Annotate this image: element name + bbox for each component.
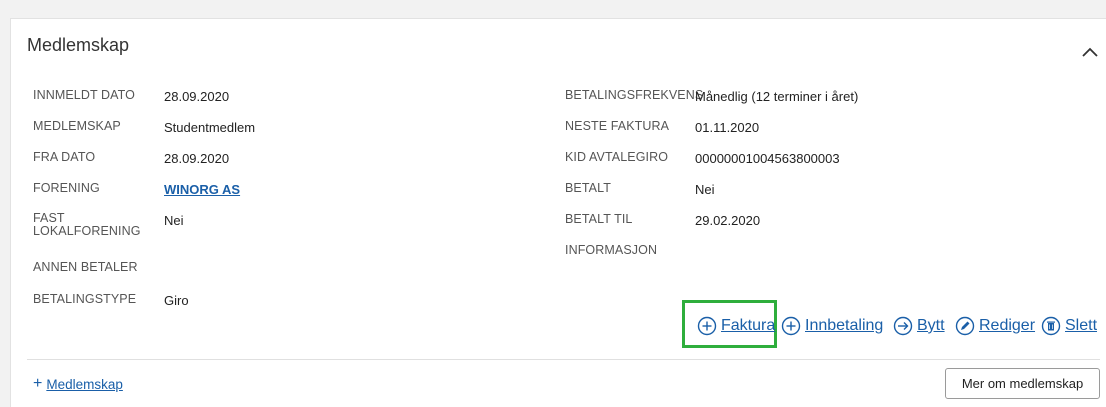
pencil-circle-icon bbox=[955, 316, 975, 336]
rediger-action[interactable]: Rediger bbox=[955, 316, 1035, 336]
forening-link[interactable]: WINORG AS bbox=[164, 182, 240, 197]
value-betalt-til: 29.02.2020 bbox=[695, 213, 761, 228]
label-innmeldt-dato: INNMELDT DATO bbox=[33, 88, 136, 102]
divider bbox=[27, 359, 1100, 360]
label-betalingsfrekvens: BETALINGSFREKVENS bbox=[565, 88, 704, 102]
innbetaling-label: Innbetaling bbox=[805, 317, 884, 334]
plus-circle-icon bbox=[697, 316, 717, 336]
label-betalt-til: BETALT TIL bbox=[565, 212, 633, 226]
faktura-action[interactable]: Faktura bbox=[697, 316, 775, 336]
trash-circle-icon bbox=[1041, 316, 1061, 336]
label-informasjon: INFORMASJON bbox=[565, 243, 658, 257]
arrow-right-circle-icon bbox=[893, 316, 913, 336]
label-fast-lokalforening: FAST LOKALFORENING bbox=[33, 211, 141, 238]
label-medlemskap: MEDLEMSKAP bbox=[33, 119, 121, 133]
value-neste-faktura: 01.11.2020 bbox=[695, 120, 760, 135]
value-fast-lokalforening: Nei bbox=[164, 213, 184, 228]
plus-icon: + bbox=[33, 375, 43, 392]
label-fra-dato: FRA DATO bbox=[33, 150, 96, 164]
faktura-label: Faktura bbox=[721, 317, 776, 334]
label-neste-faktura: NESTE FAKTURA bbox=[565, 119, 670, 133]
innbetaling-action[interactable]: Innbetaling bbox=[781, 316, 883, 336]
mer-om-medlemskap-button[interactable]: Mer om medlemskap bbox=[945, 368, 1100, 399]
value-betalingstype: Giro bbox=[164, 293, 189, 308]
add-medlemskap-link[interactable]: + Medlemskap bbox=[33, 375, 123, 393]
plus-circle-icon bbox=[781, 316, 801, 336]
bytt-action[interactable]: Bytt bbox=[893, 316, 945, 336]
value-innmeldt-dato: 28.09.2020 bbox=[164, 89, 230, 104]
slett-label: Slett bbox=[1065, 317, 1098, 334]
section-title: Medlemskap bbox=[27, 35, 130, 55]
label-annen-betaler: ANNEN BETALER bbox=[33, 260, 138, 274]
value-betalt: Nei bbox=[695, 182, 715, 197]
label-kid-avtalegiro: KID AVTALEGIRO bbox=[565, 150, 669, 164]
value-fra-dato: 28.09.2020 bbox=[164, 151, 230, 166]
bytt-label: Bytt bbox=[917, 317, 945, 334]
add-medlemskap-label: Medlemskap bbox=[46, 376, 123, 392]
value-medlemskap: Studentmedlem bbox=[164, 120, 256, 135]
slett-action[interactable]: Slett bbox=[1041, 316, 1097, 336]
label-betalingstype: BETALINGSTYPE bbox=[33, 292, 137, 306]
chevron-up-icon[interactable] bbox=[1080, 45, 1100, 59]
label-forening: FORENING bbox=[33, 181, 100, 195]
rediger-label: Rediger bbox=[979, 317, 1036, 334]
value-kid-avtalegiro: 00000001004563800003 bbox=[695, 151, 840, 166]
value-betalingsfrekvens: Månedlig (12 terminer i året) bbox=[695, 89, 859, 104]
label-betalt: BETALT bbox=[565, 181, 611, 195]
membership-card: Medlemskap INNMELDT DATO 28.09.2020 MEDL… bbox=[10, 18, 1106, 407]
